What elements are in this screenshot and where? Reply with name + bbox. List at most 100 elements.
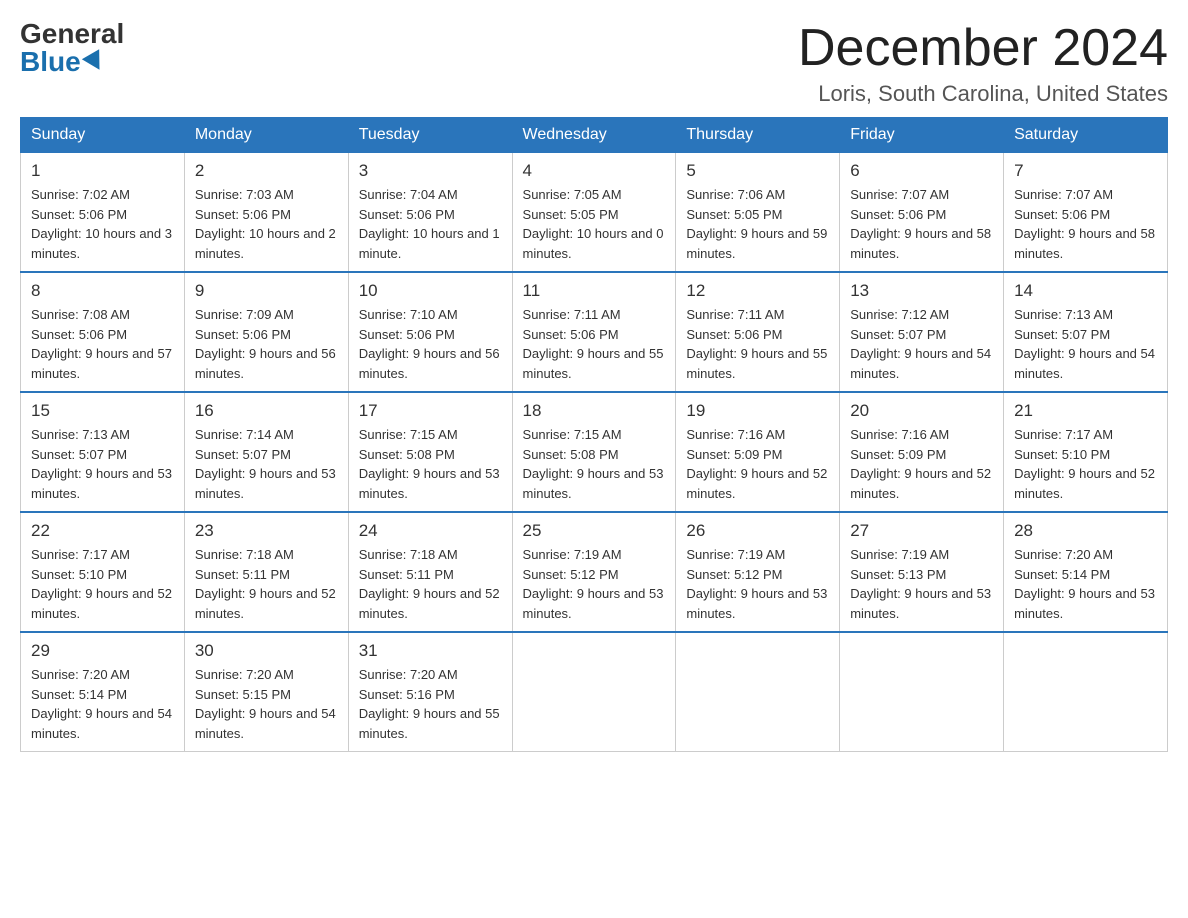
day-info: Sunrise: 7:20 AMSunset: 5:15 PMDaylight:… [195, 667, 336, 741]
day-number: 15 [31, 401, 174, 421]
day-info: Sunrise: 7:03 AMSunset: 5:06 PMDaylight:… [195, 187, 336, 261]
calendar-day-19: 19 Sunrise: 7:16 AMSunset: 5:09 PMDaylig… [676, 392, 840, 512]
day-number: 19 [686, 401, 829, 421]
day-info: Sunrise: 7:16 AMSunset: 5:09 PMDaylight:… [850, 427, 991, 501]
day-info: Sunrise: 7:19 AMSunset: 5:13 PMDaylight:… [850, 547, 991, 621]
day-number: 9 [195, 281, 338, 301]
day-number: 3 [359, 161, 502, 181]
page-header: General Blue December 2024 Loris, South … [20, 20, 1168, 107]
day-number: 30 [195, 641, 338, 661]
calendar-day-29: 29 Sunrise: 7:20 AMSunset: 5:14 PMDaylig… [21, 632, 185, 752]
day-header-thursday: Thursday [676, 118, 840, 153]
day-info: Sunrise: 7:10 AMSunset: 5:06 PMDaylight:… [359, 307, 500, 381]
day-info: Sunrise: 7:11 AMSunset: 5:06 PMDaylight:… [686, 307, 827, 381]
calendar-day-28: 28 Sunrise: 7:20 AMSunset: 5:14 PMDaylig… [1004, 512, 1168, 632]
calendar-header-row: SundayMondayTuesdayWednesdayThursdayFrid… [21, 118, 1168, 153]
calendar-day-21: 21 Sunrise: 7:17 AMSunset: 5:10 PMDaylig… [1004, 392, 1168, 512]
day-info: Sunrise: 7:08 AMSunset: 5:06 PMDaylight:… [31, 307, 172, 381]
day-number: 2 [195, 161, 338, 181]
calendar-day-8: 8 Sunrise: 7:08 AMSunset: 5:06 PMDayligh… [21, 272, 185, 392]
day-number: 25 [523, 521, 666, 541]
day-info: Sunrise: 7:07 AMSunset: 5:06 PMDaylight:… [1014, 187, 1155, 261]
calendar-day-7: 7 Sunrise: 7:07 AMSunset: 5:06 PMDayligh… [1004, 153, 1168, 273]
calendar-week-3: 15 Sunrise: 7:13 AMSunset: 5:07 PMDaylig… [21, 392, 1168, 512]
day-info: Sunrise: 7:15 AMSunset: 5:08 PMDaylight:… [359, 427, 500, 501]
calendar-day-22: 22 Sunrise: 7:17 AMSunset: 5:10 PMDaylig… [21, 512, 185, 632]
calendar-day-30: 30 Sunrise: 7:20 AMSunset: 5:15 PMDaylig… [184, 632, 348, 752]
calendar-day-18: 18 Sunrise: 7:15 AMSunset: 5:08 PMDaylig… [512, 392, 676, 512]
calendar-day-4: 4 Sunrise: 7:05 AMSunset: 5:05 PMDayligh… [512, 153, 676, 273]
day-number: 21 [1014, 401, 1157, 421]
day-number: 11 [523, 281, 666, 301]
day-number: 12 [686, 281, 829, 301]
day-header-wednesday: Wednesday [512, 118, 676, 153]
day-info: Sunrise: 7:20 AMSunset: 5:14 PMDaylight:… [1014, 547, 1155, 621]
day-info: Sunrise: 7:04 AMSunset: 5:06 PMDaylight:… [359, 187, 500, 261]
day-number: 8 [31, 281, 174, 301]
calendar-day-5: 5 Sunrise: 7:06 AMSunset: 5:05 PMDayligh… [676, 153, 840, 273]
day-info: Sunrise: 7:13 AMSunset: 5:07 PMDaylight:… [1014, 307, 1155, 381]
logo-triangle-icon [82, 49, 108, 75]
day-info: Sunrise: 7:18 AMSunset: 5:11 PMDaylight:… [195, 547, 336, 621]
day-number: 16 [195, 401, 338, 421]
calendar-week-5: 29 Sunrise: 7:20 AMSunset: 5:14 PMDaylig… [21, 632, 1168, 752]
calendar-day-17: 17 Sunrise: 7:15 AMSunset: 5:08 PMDaylig… [348, 392, 512, 512]
calendar-day-13: 13 Sunrise: 7:12 AMSunset: 5:07 PMDaylig… [840, 272, 1004, 392]
calendar-day-2: 2 Sunrise: 7:03 AMSunset: 5:06 PMDayligh… [184, 153, 348, 273]
day-number: 6 [850, 161, 993, 181]
calendar-day-3: 3 Sunrise: 7:04 AMSunset: 5:06 PMDayligh… [348, 153, 512, 273]
calendar-table: SundayMondayTuesdayWednesdayThursdayFrid… [20, 117, 1168, 752]
day-info: Sunrise: 7:02 AMSunset: 5:06 PMDaylight:… [31, 187, 172, 261]
calendar-day-20: 20 Sunrise: 7:16 AMSunset: 5:09 PMDaylig… [840, 392, 1004, 512]
calendar-day-10: 10 Sunrise: 7:10 AMSunset: 5:06 PMDaylig… [348, 272, 512, 392]
calendar-day-12: 12 Sunrise: 7:11 AMSunset: 5:06 PMDaylig… [676, 272, 840, 392]
day-number: 1 [31, 161, 174, 181]
day-number: 24 [359, 521, 502, 541]
calendar-day-24: 24 Sunrise: 7:18 AMSunset: 5:11 PMDaylig… [348, 512, 512, 632]
calendar-day-1: 1 Sunrise: 7:02 AMSunset: 5:06 PMDayligh… [21, 153, 185, 273]
day-info: Sunrise: 7:14 AMSunset: 5:07 PMDaylight:… [195, 427, 336, 501]
day-info: Sunrise: 7:06 AMSunset: 5:05 PMDaylight:… [686, 187, 827, 261]
day-info: Sunrise: 7:07 AMSunset: 5:06 PMDaylight:… [850, 187, 991, 261]
day-info: Sunrise: 7:20 AMSunset: 5:16 PMDaylight:… [359, 667, 500, 741]
calendar-day-11: 11 Sunrise: 7:11 AMSunset: 5:06 PMDaylig… [512, 272, 676, 392]
day-number: 7 [1014, 161, 1157, 181]
day-info: Sunrise: 7:17 AMSunset: 5:10 PMDaylight:… [31, 547, 172, 621]
calendar-week-2: 8 Sunrise: 7:08 AMSunset: 5:06 PMDayligh… [21, 272, 1168, 392]
calendar-day-9: 9 Sunrise: 7:09 AMSunset: 5:06 PMDayligh… [184, 272, 348, 392]
location-subtitle: Loris, South Carolina, United States [798, 81, 1168, 107]
day-number: 26 [686, 521, 829, 541]
day-info: Sunrise: 7:19 AMSunset: 5:12 PMDaylight:… [523, 547, 664, 621]
calendar-day-25: 25 Sunrise: 7:19 AMSunset: 5:12 PMDaylig… [512, 512, 676, 632]
day-number: 28 [1014, 521, 1157, 541]
day-number: 4 [523, 161, 666, 181]
day-info: Sunrise: 7:12 AMSunset: 5:07 PMDaylight:… [850, 307, 991, 381]
day-number: 22 [31, 521, 174, 541]
day-info: Sunrise: 7:19 AMSunset: 5:12 PMDaylight:… [686, 547, 827, 621]
logo-general-text: General [20, 20, 124, 48]
day-number: 18 [523, 401, 666, 421]
day-number: 14 [1014, 281, 1157, 301]
day-info: Sunrise: 7:17 AMSunset: 5:10 PMDaylight:… [1014, 427, 1155, 501]
day-info: Sunrise: 7:11 AMSunset: 5:06 PMDaylight:… [523, 307, 664, 381]
day-number: 20 [850, 401, 993, 421]
day-number: 23 [195, 521, 338, 541]
day-header-tuesday: Tuesday [348, 118, 512, 153]
calendar-day-15: 15 Sunrise: 7:13 AMSunset: 5:07 PMDaylig… [21, 392, 185, 512]
day-info: Sunrise: 7:09 AMSunset: 5:06 PMDaylight:… [195, 307, 336, 381]
calendar-empty-cell [676, 632, 840, 752]
calendar-week-4: 22 Sunrise: 7:17 AMSunset: 5:10 PMDaylig… [21, 512, 1168, 632]
day-number: 13 [850, 281, 993, 301]
calendar-day-31: 31 Sunrise: 7:20 AMSunset: 5:16 PMDaylig… [348, 632, 512, 752]
calendar-day-26: 26 Sunrise: 7:19 AMSunset: 5:12 PMDaylig… [676, 512, 840, 632]
day-info: Sunrise: 7:13 AMSunset: 5:07 PMDaylight:… [31, 427, 172, 501]
calendar-day-27: 27 Sunrise: 7:19 AMSunset: 5:13 PMDaylig… [840, 512, 1004, 632]
day-header-sunday: Sunday [21, 118, 185, 153]
day-header-saturday: Saturday [1004, 118, 1168, 153]
calendar-day-23: 23 Sunrise: 7:18 AMSunset: 5:11 PMDaylig… [184, 512, 348, 632]
day-header-friday: Friday [840, 118, 1004, 153]
day-number: 10 [359, 281, 502, 301]
day-number: 27 [850, 521, 993, 541]
title-block: December 2024 Loris, South Carolina, Uni… [798, 20, 1168, 107]
day-info: Sunrise: 7:20 AMSunset: 5:14 PMDaylight:… [31, 667, 172, 741]
